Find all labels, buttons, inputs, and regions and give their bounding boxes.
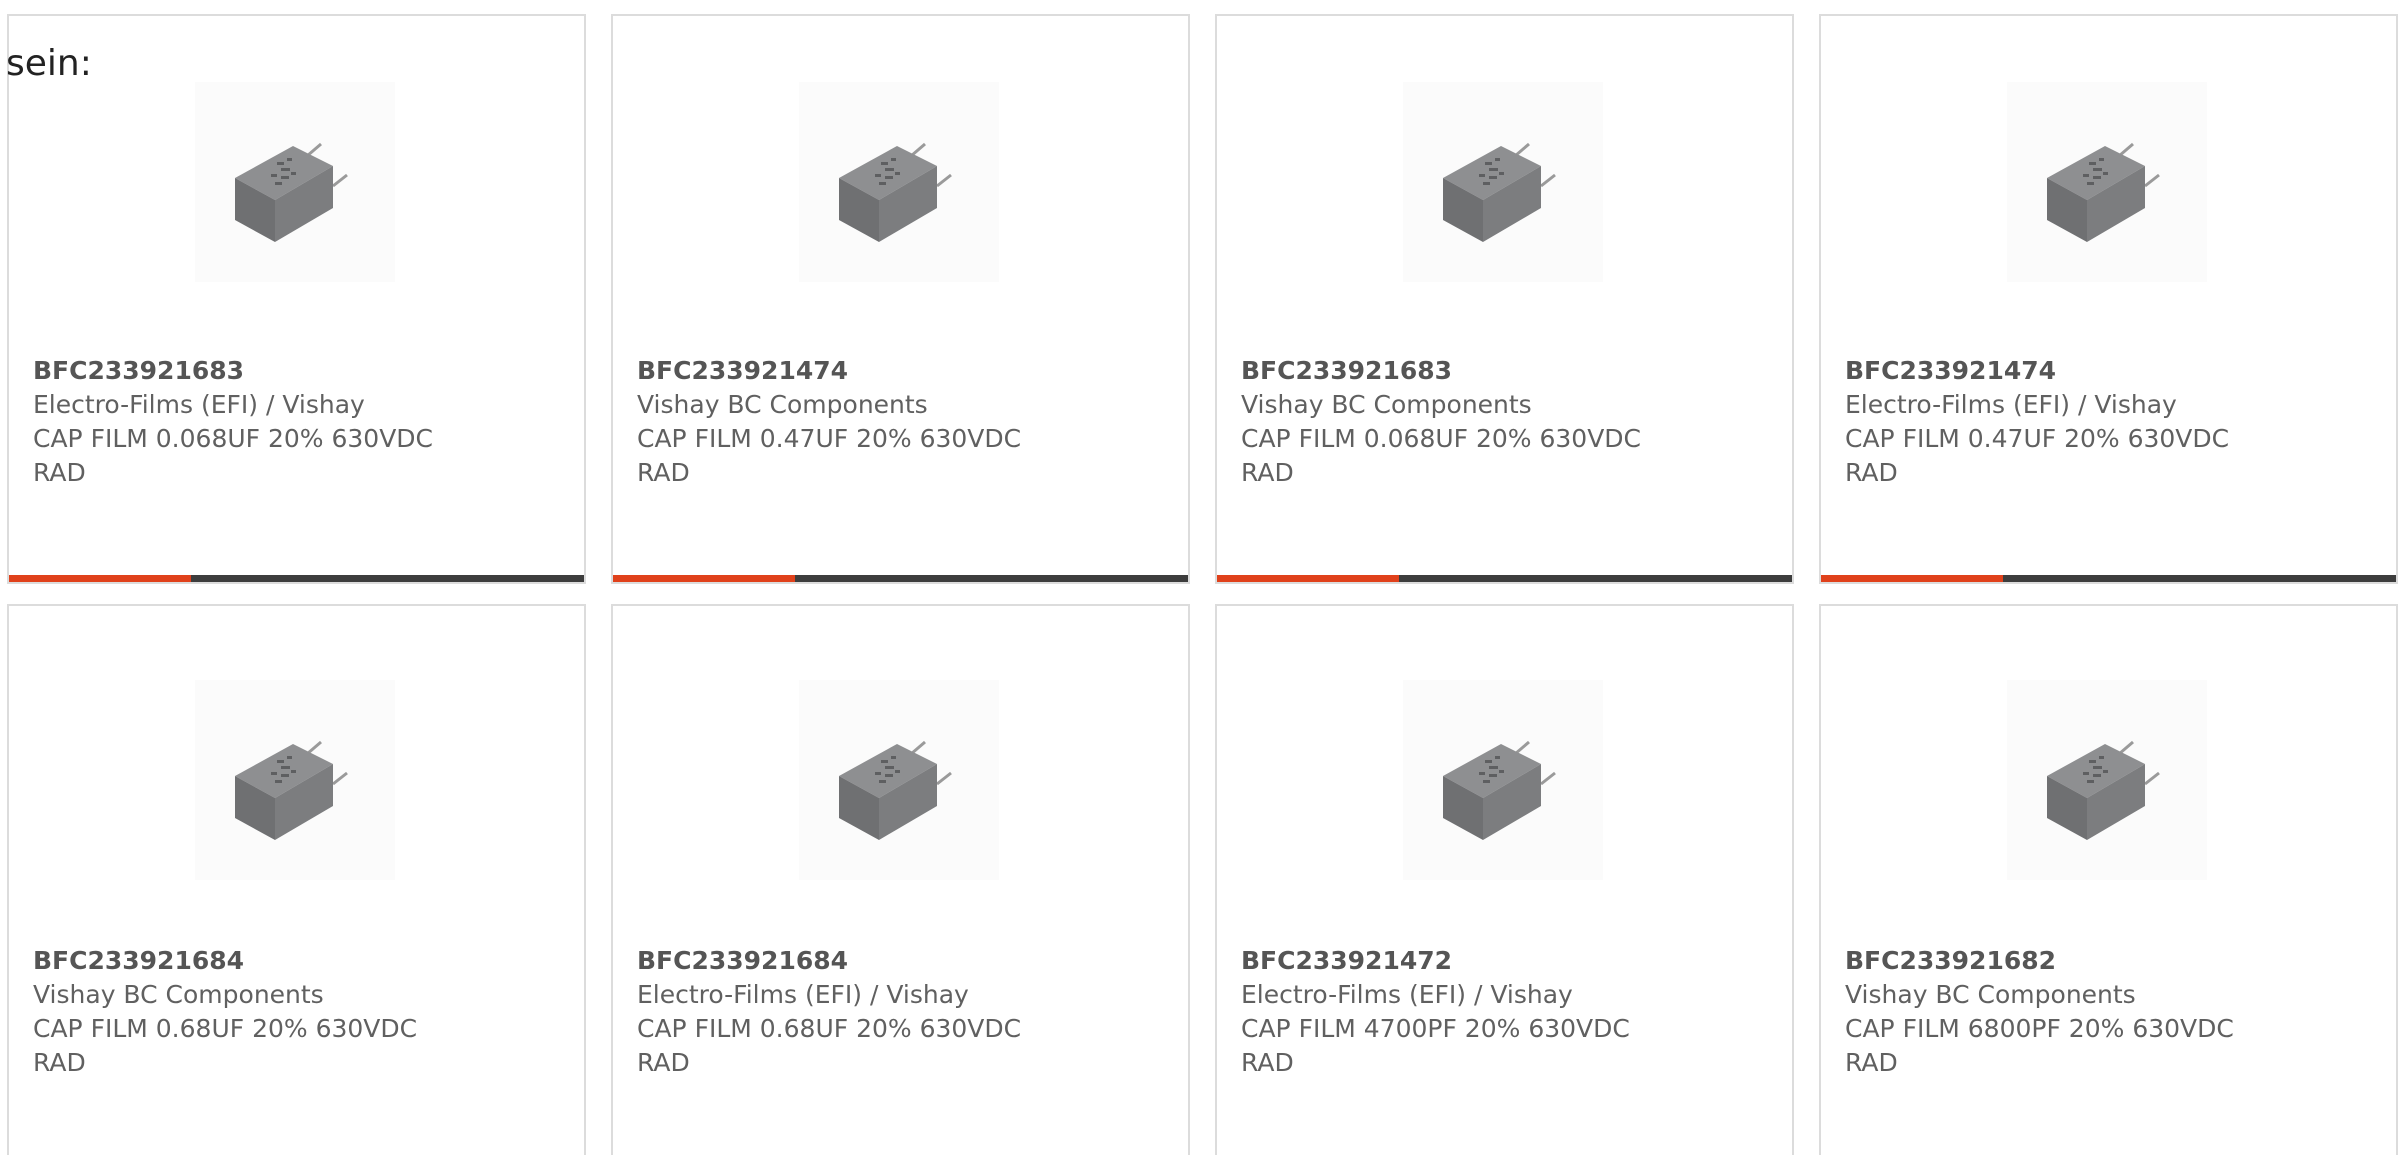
package: RAD <box>1845 458 1898 487</box>
part-number-link[interactable]: BFC233921684 <box>637 944 1157 978</box>
product-info: BFC233921474 Electro-Films (EFI) / Visha… <box>1845 354 2365 490</box>
part-number-link[interactable]: BFC233921682 <box>1845 944 2365 978</box>
product-card[interactable]: BFC233921472 Electro-Films (EFI) / Visha… <box>1215 604 1794 1155</box>
manufacturer: Electro-Films (EFI) / Vishay <box>1845 390 2177 419</box>
package: RAD <box>33 1048 86 1077</box>
intro-text: sein: <box>6 43 92 84</box>
film-capacitor-icon <box>1443 142 1556 242</box>
film-capacitor-icon <box>839 740 952 840</box>
part-number-link[interactable]: BFC233921683 <box>1241 354 1761 388</box>
product-info: BFC233921683 Electro-Films (EFI) / Visha… <box>33 354 553 490</box>
manufacturer: Vishay BC Components <box>33 980 324 1009</box>
film-capacitor-icon <box>235 142 348 242</box>
part-number-link[interactable]: BFC233921684 <box>33 944 553 978</box>
product-card[interactable]: BFC233921474 Vishay BC Components CAP FI… <box>611 14 1190 584</box>
film-capacitor-icon <box>235 740 348 840</box>
description: CAP FILM 0.68UF 20% 630VDC <box>637 1014 1022 1043</box>
product-info: BFC233921472 Electro-Films (EFI) / Visha… <box>1241 944 1761 1080</box>
part-number-link[interactable]: BFC233921474 <box>1845 354 2365 388</box>
product-grid: BFC233921683 Electro-Films (EFI) / Visha… <box>0 0 2400 1155</box>
product-info: BFC233921682 Vishay BC Components CAP FI… <box>1845 944 2365 1080</box>
manufacturer: Electro-Films (EFI) / Vishay <box>33 390 365 419</box>
film-capacitor-icon <box>1443 740 1556 840</box>
film-capacitor-image[interactable] <box>195 82 395 282</box>
card-accent-bar <box>1217 575 1792 582</box>
description: CAP FILM 0.68UF 20% 630VDC <box>33 1014 418 1043</box>
product-card[interactable]: BFC233921683 Vishay BC Components CAP FI… <box>1215 14 1794 584</box>
product-card[interactable]: BFC233921684 Electro-Films (EFI) / Visha… <box>611 604 1190 1155</box>
description: CAP FILM 0.47UF 20% 630VDC <box>637 424 1022 453</box>
manufacturer: Vishay BC Components <box>1241 390 1532 419</box>
film-capacitor-image[interactable] <box>195 680 395 880</box>
card-accent-bar <box>613 575 1188 582</box>
manufacturer: Electro-Films (EFI) / Vishay <box>637 980 969 1009</box>
description: CAP FILM 0.47UF 20% 630VDC <box>1845 424 2230 453</box>
product-info: BFC233921474 Vishay BC Components CAP FI… <box>637 354 1157 490</box>
card-accent-fill <box>9 575 191 582</box>
part-number-link[interactable]: BFC233921474 <box>637 354 1157 388</box>
package: RAD <box>637 458 690 487</box>
product-card[interactable]: BFC233921683 Electro-Films (EFI) / Visha… <box>7 14 586 584</box>
package: RAD <box>1241 458 1294 487</box>
product-grid-page: BFC233921683 Electro-Films (EFI) / Visha… <box>0 0 2400 1155</box>
product-info: BFC233921684 Electro-Films (EFI) / Visha… <box>637 944 1157 1080</box>
card-accent-bar <box>9 575 584 582</box>
manufacturer: Electro-Films (EFI) / Vishay <box>1241 980 1573 1009</box>
card-accent-bar <box>1821 575 2396 582</box>
package: RAD <box>1241 1048 1294 1077</box>
film-capacitor-image[interactable] <box>1403 680 1603 880</box>
product-card[interactable]: BFC233921474 Electro-Films (EFI) / Visha… <box>1819 14 2398 584</box>
description: CAP FILM 0.068UF 20% 630VDC <box>1241 424 1642 453</box>
film-capacitor-image[interactable] <box>799 680 999 880</box>
film-capacitor-image[interactable] <box>1403 82 1603 282</box>
product-card[interactable]: BFC233921684 Vishay BC Components CAP FI… <box>7 604 586 1155</box>
description: CAP FILM 6800PF 20% 630VDC <box>1845 1014 2234 1043</box>
film-capacitor-icon <box>2047 142 2160 242</box>
film-capacitor-image[interactable] <box>2007 82 2207 282</box>
description: CAP FILM 0.068UF 20% 630VDC <box>33 424 434 453</box>
manufacturer: Vishay BC Components <box>637 390 928 419</box>
film-capacitor-image[interactable] <box>799 82 999 282</box>
part-number-link[interactable]: BFC233921683 <box>33 354 553 388</box>
product-info: BFC233921683 Vishay BC Components CAP FI… <box>1241 354 1761 490</box>
film-capacitor-icon <box>2047 740 2160 840</box>
card-accent-fill <box>1821 575 2003 582</box>
package: RAD <box>33 458 86 487</box>
package: RAD <box>637 1048 690 1077</box>
card-accent-fill <box>1217 575 1399 582</box>
film-capacitor-icon <box>839 142 952 242</box>
film-capacitor-image[interactable] <box>2007 680 2207 880</box>
description: CAP FILM 4700PF 20% 630VDC <box>1241 1014 1630 1043</box>
card-accent-fill <box>613 575 795 582</box>
manufacturer: Vishay BC Components <box>1845 980 2136 1009</box>
product-card[interactable]: BFC233921682 Vishay BC Components CAP FI… <box>1819 604 2398 1155</box>
package: RAD <box>1845 1048 1898 1077</box>
product-info: BFC233921684 Vishay BC Components CAP FI… <box>33 944 553 1080</box>
part-number-link[interactable]: BFC233921472 <box>1241 944 1761 978</box>
